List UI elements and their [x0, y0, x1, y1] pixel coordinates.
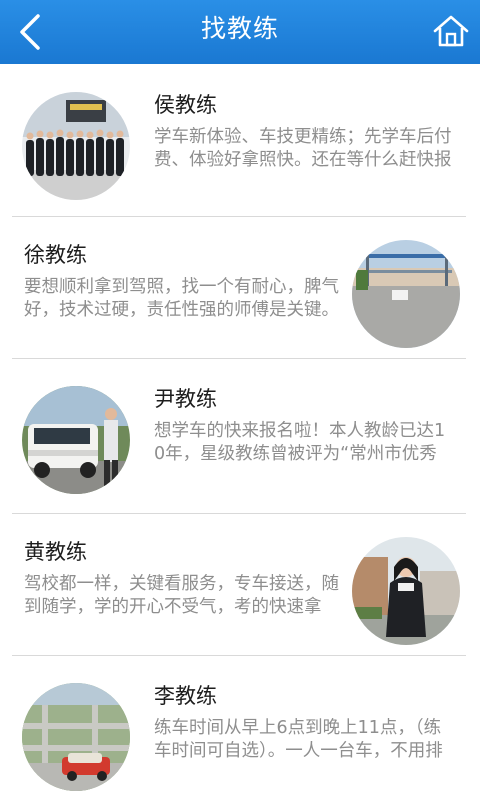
home-button[interactable]	[432, 12, 470, 50]
coach-avatar	[352, 537, 460, 645]
coach-name: 尹教练	[154, 387, 217, 411]
coach-card[interactable]: 李教练 练车时间从早上6点到晚上11点，（练车时间可自选）。一人一台车，不用排队…	[0, 655, 480, 797]
coach-name: 侯教练	[154, 93, 217, 117]
coach-description: 要想顺利拿到驾照，找一个有耐心，脾气好，技术过硬，责任性强的师傅是关键。	[24, 277, 339, 320]
coach-card[interactable]: 尹教练 想学车的快来报名啦！本人教龄已达10年，星级教练曾被评为“常州市优秀教练…	[0, 358, 480, 500]
coach-avatar	[22, 386, 130, 494]
coach-description: 想学车的快来报名啦！本人教龄已达10年，星级教练曾被评为“常州市优秀教练员”。	[154, 421, 446, 464]
coach-description: 学车新体验、车技更精练；先学车后付费、体验好拿照快。还在等什么赶快报名吧！	[154, 127, 452, 170]
home-icon	[433, 15, 469, 47]
coach-card[interactable]: 侯教练 学车新体验、车技更精练；先学车后付费、体验好拿照快。还在等什么赶快报名吧…	[0, 64, 480, 206]
page-title: 找教练	[200, 14, 279, 43]
coach-card[interactable]: 徐教练 要想顺利拿到驾照，找一个有耐心，脾气好，技术过硬，责任性强的师傅是关键。	[0, 214, 480, 356]
coach-description: 驾校都一样，关键看服务，专车接送，随到随学，学的开心不受气，考的快速拿证。	[24, 574, 339, 617]
coach-name: 黄教练	[24, 540, 87, 564]
coach-card[interactable]: 黄教练 驾校都一样，关键看服务，专车接送，随到随学，学的开心不受气，考的快速拿证…	[0, 511, 480, 653]
coach-description: 练车时间从早上6点到晚上11点，（练车时间可自选）。一人一台车，不用排队等待。	[154, 718, 443, 761]
top-app-bar: 找教练	[0, 0, 480, 64]
coach-name: 李教练	[154, 684, 217, 708]
coach-list[interactable]: 侯教练 学车新体验、车技更精练；先学车后付费、体验好拿照快。还在等什么赶快报名吧…	[0, 64, 480, 800]
coach-avatar	[352, 240, 460, 348]
coach-name: 徐教练	[24, 243, 87, 267]
coach-avatar	[22, 92, 130, 200]
coach-avatar	[22, 683, 130, 791]
